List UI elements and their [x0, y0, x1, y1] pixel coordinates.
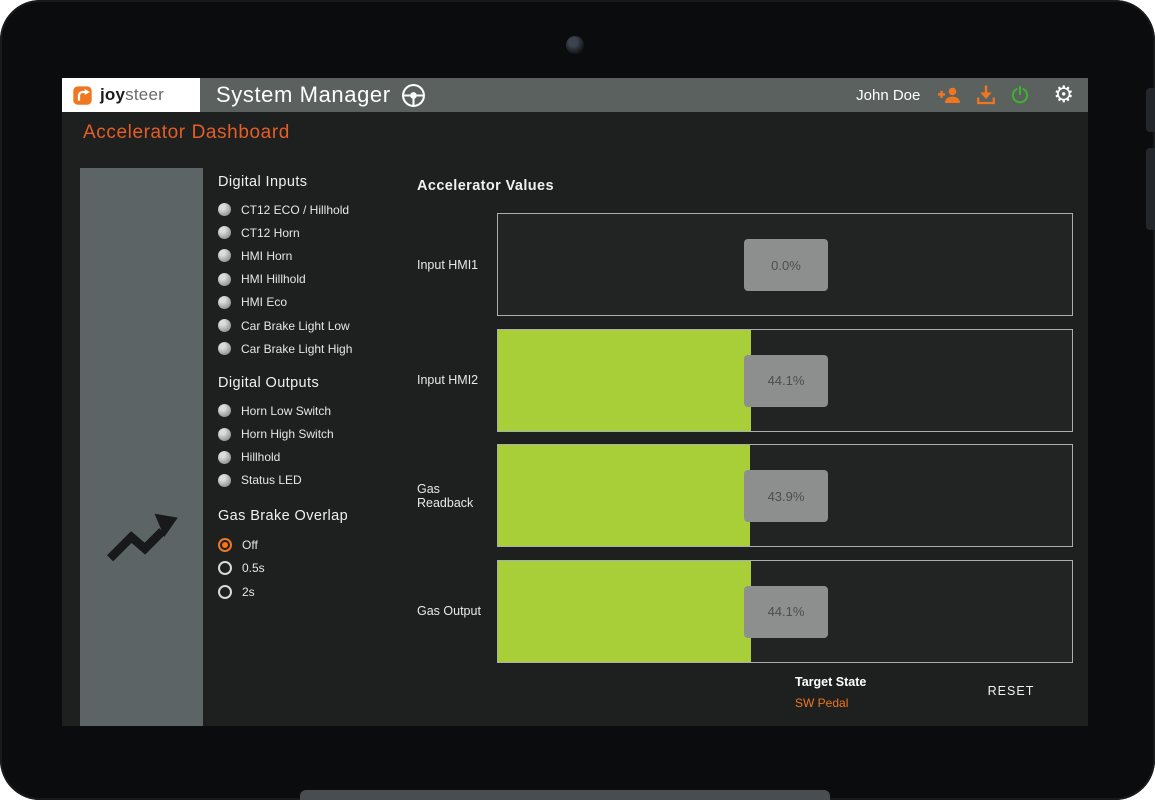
- digital-output-row: Hillhold: [218, 446, 413, 469]
- radio-option-off[interactable]: Off: [218, 533, 413, 557]
- radio-option-2s[interactable]: 2s: [218, 580, 413, 604]
- app-bar: joysteer System Manager John Doe: [62, 78, 1088, 112]
- sidebar: [80, 168, 203, 726]
- value-badge: 44.1%: [744, 586, 828, 638]
- bar-fill: [498, 330, 751, 431]
- led-indicator-icon: [218, 342, 231, 355]
- digital-input-row: HMI Horn: [218, 244, 413, 267]
- led-indicator-icon: [218, 319, 231, 332]
- value-bar-row: Input HMI1 0.0%: [417, 213, 1073, 316]
- digital-output-row: Horn Low Switch: [218, 399, 413, 422]
- radio-label: 0.5s: [242, 561, 265, 575]
- page-title: Accelerator Dashboard: [83, 122, 290, 144]
- digital-output-label: Hillhold: [241, 450, 280, 464]
- joysteer-logo: joysteer: [62, 78, 200, 112]
- digital-output-label: Horn High Switch: [241, 427, 334, 441]
- bar-fill: [498, 561, 751, 662]
- digital-input-label: HMI Eco: [241, 295, 287, 309]
- led-indicator-icon: [218, 474, 231, 487]
- digital-outputs-heading: Digital Outputs: [218, 375, 413, 391]
- download-icon[interactable]: [977, 85, 995, 105]
- digital-input-label: HMI Horn: [241, 249, 292, 263]
- radio-icon[interactable]: [218, 561, 232, 575]
- value-bar: 43.9%: [497, 444, 1073, 547]
- value-bar: 44.1%: [497, 560, 1073, 663]
- user-name[interactable]: John Doe: [856, 87, 920, 104]
- value-badge: 0.0%: [744, 239, 828, 291]
- led-indicator-icon: [218, 226, 231, 239]
- joysteer-logo-icon: [72, 85, 93, 106]
- person-add-icon[interactable]: [938, 86, 962, 104]
- radio-icon[interactable]: [218, 585, 232, 599]
- digital-input-label: Car Brake Light High: [241, 342, 352, 356]
- screen: joysteer System Manager John Doe: [62, 78, 1088, 726]
- gas-brake-overlap-heading: Gas Brake Overlap: [218, 508, 413, 524]
- app-title: System Manager: [216, 82, 391, 108]
- gear-icon[interactable]: ⚙: [1053, 84, 1074, 107]
- tablet-frame: joysteer System Manager John Doe: [0, 0, 1155, 800]
- bar-label: Gas Output: [417, 604, 497, 618]
- radio-label: Off: [242, 538, 258, 552]
- digital-input-row: CT12 ECO / Hillhold: [218, 198, 413, 221]
- bar-label: Input HMI2: [417, 373, 497, 387]
- target-state-label: Target State: [795, 675, 866, 689]
- digital-output-row: Status LED: [218, 469, 413, 492]
- camera-icon: [566, 36, 584, 54]
- value-badge: 43.9%: [744, 470, 828, 522]
- value-bar: 44.1%: [497, 329, 1073, 432]
- power-icon[interactable]: [1010, 85, 1030, 105]
- led-indicator-icon: [218, 428, 231, 441]
- led-indicator-icon: [218, 404, 231, 417]
- digital-outputs-list: Horn Low Switch Horn High Switch Hillhol…: [218, 399, 413, 492]
- digital-input-row: HMI Eco: [218, 291, 413, 314]
- target-state: Target State SW Pedal: [795, 675, 866, 710]
- radio-option-05s[interactable]: 0.5s: [218, 557, 413, 581]
- digital-input-label: Car Brake Light Low: [241, 319, 350, 333]
- value-bar-row: Gas Output 44.1%: [417, 560, 1073, 663]
- steering-wheel-icon: [401, 83, 426, 108]
- digital-input-label: CT12 ECO / Hillhold: [241, 203, 349, 217]
- led-indicator-icon: [218, 203, 231, 216]
- accelerator-values-heading: Accelerator Values: [417, 178, 1073, 194]
- led-indicator-icon: [218, 296, 231, 309]
- gas-brake-overlap-options: Off 0.5s 2s: [218, 533, 413, 604]
- digital-input-row: HMI Hillhold: [218, 268, 413, 291]
- digital-section: Digital Inputs CT12 ECO / Hillhold CT12 …: [218, 174, 413, 604]
- bottom-grip: [300, 790, 830, 800]
- value-badge: 44.1%: [744, 355, 828, 407]
- digital-input-row: Car Brake Light Low: [218, 314, 413, 337]
- digital-inputs-list: CT12 ECO / Hillhold CT12 Horn HMI Horn H…: [218, 198, 413, 360]
- digital-input-label: CT12 Horn: [241, 226, 300, 240]
- digital-output-row: Horn High Switch: [218, 423, 413, 446]
- value-bar-row: Input HMI2 44.1%: [417, 329, 1073, 432]
- target-state-value: SW Pedal: [795, 696, 866, 710]
- reset-button[interactable]: RESET: [975, 684, 1047, 698]
- side-button-top: [1146, 88, 1155, 132]
- digital-input-row: Car Brake Light High: [218, 337, 413, 360]
- side-button-bottom: [1146, 148, 1155, 230]
- radio-icon[interactable]: [218, 538, 232, 552]
- bar-label: Input HMI1: [417, 258, 497, 272]
- digital-input-row: CT12 Horn: [218, 221, 413, 244]
- trending-up-icon[interactable]: [104, 508, 180, 573]
- bar-label: Gas Readback: [417, 482, 497, 510]
- value-bar: 0.0%: [497, 213, 1073, 316]
- led-indicator-icon: [218, 249, 231, 262]
- value-bar-row: Gas Readback 43.9%: [417, 444, 1073, 547]
- accelerator-values-section: Accelerator Values Input HMI1 0.0% Input…: [417, 178, 1073, 675]
- digital-inputs-heading: Digital Inputs: [218, 174, 413, 190]
- digital-output-label: Horn Low Switch: [241, 404, 331, 418]
- bar-fill: [498, 445, 750, 546]
- joysteer-wordmark: joysteer: [100, 85, 164, 105]
- digital-output-label: Status LED: [241, 473, 302, 487]
- led-indicator-icon: [218, 273, 231, 286]
- led-indicator-icon: [218, 451, 231, 464]
- digital-input-label: HMI Hillhold: [241, 272, 306, 286]
- radio-label: 2s: [242, 585, 255, 599]
